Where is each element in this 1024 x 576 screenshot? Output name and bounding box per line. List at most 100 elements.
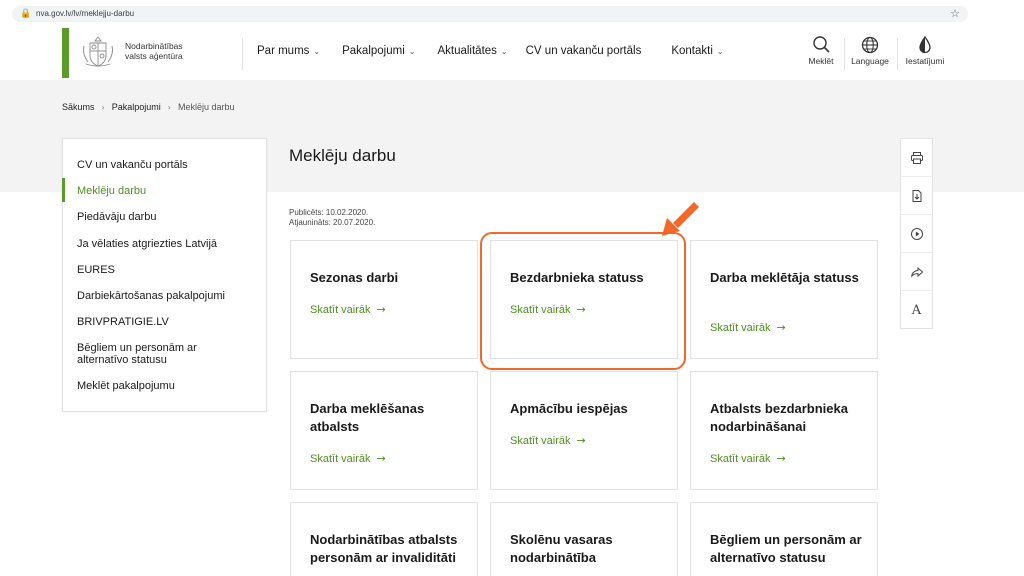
arrow-right-icon: → (576, 434, 586, 447)
chevron-down-icon: ⌄ (313, 46, 321, 56)
nav-aktualitates[interactable]: Aktualitātes ⌄ (437, 45, 507, 57)
link-label: Skatīt vairāk (710, 453, 771, 465)
card-more-link[interactable]: Skatīt vairāk → (710, 452, 786, 465)
url-text[interactable]: nva.gov.lv/lv/meklejju-darbu (36, 9, 134, 19)
sidebar-item-meklet-pakalpojumu[interactable]: Meklēt pakalpojumu (77, 380, 257, 392)
chevron-right-icon: › (101, 102, 105, 112)
arrow-right-icon: → (776, 452, 786, 465)
link-label: Skatīt vairāk (510, 435, 571, 447)
pointer-arrow-icon (662, 202, 699, 236)
arrow-right-icon: → (776, 321, 786, 334)
chevron-right-icon: › (167, 102, 171, 112)
site-header: Nodarbinātības valsts aģentūra Par mums ⌄… (0, 28, 1024, 80)
star-icon[interactable]: ☆ (950, 8, 960, 20)
nav-kontakti[interactable]: Kontakti ⌄ (671, 45, 723, 57)
publication-meta: Publicēts: 10.02.2020. Atjaunināts: 20.0… (289, 208, 375, 228)
nav-label: CV un vakanču portāls (525, 45, 642, 57)
sidebar-item-cv-portals[interactable]: CV un vakanču portāls (77, 159, 257, 171)
sidebar-active-indicator (62, 178, 65, 202)
sidebar-item-begliem[interactable]: Bēgliem un personām ar alternatīvo statu… (77, 342, 222, 366)
share-icon (910, 266, 923, 277)
nav-label: Kontakti (671, 45, 713, 57)
breadcrumb-section[interactable]: Pakalpojumi (112, 102, 161, 112)
sidebar-item-darbiekartosanas[interactable]: Darbiekārtošanas pakalpojumi (77, 290, 257, 302)
address-bar[interactable]: 🔒 nva.gov.lv/lv/meklejju-darbu ☆ (12, 6, 968, 22)
search-label: Meklēt (808, 56, 834, 66)
breadcrumb-home[interactable]: Sākums (62, 102, 95, 112)
chevron-down-icon: ⌄ (408, 46, 416, 56)
browser-bar: 🔒 nva.gov.lv/lv/meklejju-darbu ☆ (0, 0, 1024, 28)
main-nav: Par mums ⌄ Pakalpojumi ⌄ Aktualitātes ⌄ CV … (257, 45, 724, 57)
logo-text-line1: Nodarbinātības (125, 41, 183, 51)
card-darba-mekletaja-statuss[interactable]: Darba meklētāja statuss Skatīt vairāk → (690, 240, 878, 359)
nav-label: Par mums (257, 45, 310, 57)
tool-divider (897, 38, 898, 70)
link-label: Skatīt vairāk (710, 322, 771, 334)
chevron-down-icon: ⌄ (500, 46, 508, 56)
play-icon (910, 227, 923, 240)
card-title: Darba meklētāja statuss (710, 270, 859, 285)
language-tool[interactable]: Language (848, 34, 892, 66)
arrow-right-icon: → (376, 303, 386, 316)
card-begliem-personam[interactable]: Bēgliem un personām ar alternatīvo statu… (690, 502, 878, 576)
header-divider (242, 38, 243, 70)
card-darba-meklesanas-atbalsts[interactable]: Darba meklēšanas atbalsts Skatīt vairāk → (290, 371, 478, 490)
card-title: Nodarbinātības atbalsts personām ar inva… (310, 532, 458, 565)
card-atbalsts-bezdarbnieka[interactable]: Atbalsts bezdarbnieka nodarbināšanai Ska… (690, 371, 878, 490)
arrow-right-icon: → (376, 452, 386, 465)
nav-label: Aktualitātes (437, 45, 497, 57)
logo-text-line2: valsts aģentūra (125, 51, 183, 61)
nav-cv-portals[interactable]: CV un vakanču portāls (526, 45, 642, 57)
card-title: Sezonas darbi (310, 270, 399, 285)
card-more-link[interactable]: Skatīt vairāk → (510, 434, 586, 447)
document-icon (912, 189, 921, 202)
search-tool[interactable]: Meklēt (804, 34, 838, 66)
lock-icon: 🔒 (20, 9, 32, 19)
logo-text[interactable]: Nodarbinātības valsts aģentūra (125, 41, 235, 61)
print-button[interactable] (901, 139, 932, 177)
card-title: Darba meklēšanas atbalsts (310, 401, 425, 434)
card-title: Bēgliem un personām ar alternatīvo statu… (710, 532, 862, 565)
globe-icon (861, 36, 879, 54)
sidebar-item-mekleju-darbu[interactable]: Meklēju darbu (77, 185, 257, 197)
card-sezonas-darbi[interactable]: Sezonas darbi Skatīt vairāk → (290, 240, 478, 359)
settings-tool[interactable]: Iestatījumi (900, 34, 950, 66)
contrast-drop-icon (919, 35, 931, 54)
font-size-button[interactable]: A (901, 291, 932, 329)
card-skolenu-vasaras[interactable]: Skolēnu vasaras nodarbinātība (490, 502, 678, 576)
chevron-down-icon: ⌄ (716, 46, 724, 56)
card-title: Skolēnu vasaras nodarbinātība (510, 532, 613, 565)
page-tools-rail: A (900, 138, 933, 329)
page-title: Meklēju darbu (289, 146, 396, 165)
card-more-link[interactable]: Skatīt vairāk → (310, 303, 386, 316)
card-nodarbinatibas-atbalsts[interactable]: Nodarbinātības atbalsts personām ar inva… (290, 502, 478, 576)
brand-bar (62, 28, 69, 78)
card-apmacibu-iespejas[interactable]: Apmācību iespējas Skatīt vairāk → (490, 371, 678, 490)
highlight-frame (480, 232, 686, 370)
card-more-link[interactable]: Skatīt vairāk → (710, 321, 786, 334)
breadcrumb: Sākums › Pakalpojumi › Meklēju darbu (62, 102, 234, 112)
listen-button[interactable] (901, 215, 932, 253)
sidebar-item-brivpratigie[interactable]: BRIVPRATIGIE.LV (77, 316, 257, 328)
settings-label: Iestatījumi (905, 56, 945, 66)
link-label: Skatīt vairāk (310, 304, 371, 316)
link-label: Skatīt vairāk (310, 453, 371, 465)
download-button[interactable] (901, 177, 932, 215)
breadcrumb-current: Meklēju darbu (177, 102, 235, 112)
tool-divider (844, 38, 845, 70)
sidebar-item-atgriezties-latvija[interactable]: Ja vēlaties atgriezties Latvijā (77, 238, 257, 250)
coat-of-arms-icon[interactable] (80, 34, 116, 70)
published-date: Publicēts: 10.02.2020. (289, 208, 369, 217)
nav-pakalpojumi[interactable]: Pakalpojumi ⌄ (342, 45, 415, 57)
print-icon (910, 151, 923, 164)
card-more-link[interactable]: Skatīt vairāk → (310, 452, 386, 465)
sidebar: CV un vakanču portāls Meklēju darbu Pied… (62, 138, 267, 412)
language-label: Language (851, 56, 889, 66)
sidebar-item-eures[interactable]: EURES (77, 264, 257, 276)
card-title: Apmācību iespējas (510, 401, 628, 416)
nav-par-mums[interactable]: Par mums ⌄ (257, 45, 320, 57)
share-button[interactable] (901, 253, 932, 291)
card-title: Atbalsts bezdarbnieka nodarbināšanai (710, 401, 848, 434)
nav-label: Pakalpojumi (342, 45, 405, 57)
sidebar-item-piedavaju-darbu[interactable]: Piedāvāju darbu (77, 211, 257, 223)
